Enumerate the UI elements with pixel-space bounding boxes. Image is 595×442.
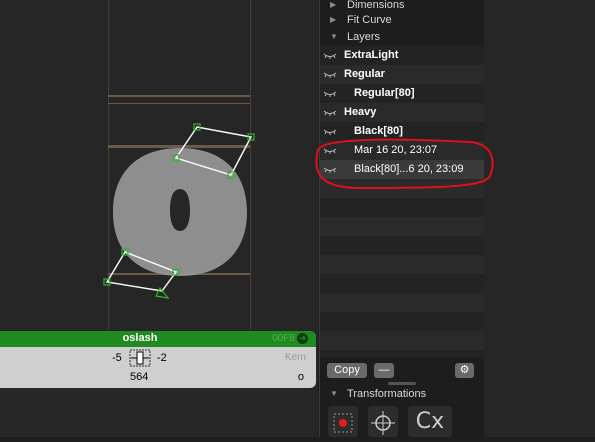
section-transformations[interactable]: ▼ Transformations	[320, 386, 484, 403]
layer-row[interactable]: Regular[80]	[320, 84, 484, 103]
eye-closed-icon[interactable]	[323, 146, 337, 155]
section-label: Fit Curve	[347, 14, 392, 26]
section-label: Transformations	[347, 388, 427, 400]
gear-icon[interactable]: ⚙	[455, 363, 474, 378]
layer-name: Mar 16 20, 23:07	[354, 144, 438, 156]
section-layers[interactable]: ▼ Layers	[320, 29, 484, 46]
remove-layer-button[interactable]: —	[374, 363, 394, 378]
section-label: Layers	[347, 31, 381, 43]
layer-name: Regular[80]	[354, 87, 415, 99]
glyph-o-shape	[113, 148, 247, 276]
layer-name: Regular	[344, 68, 385, 80]
crosshair-icon[interactable]	[368, 406, 398, 437]
right-empty-area	[484, 0, 595, 437]
node-handle-start	[155, 286, 170, 299]
layer-name: Heavy	[344, 106, 377, 118]
layer-row[interactable]: Mar 16 20, 23:07	[320, 141, 484, 160]
metrics-link-icon[interactable]	[129, 349, 151, 367]
layer-row[interactable]: Regular	[320, 65, 484, 84]
kern-value[interactable]: o	[298, 371, 304, 383]
layer-row[interactable]: ExtraLight	[320, 46, 484, 65]
glyph-info-header: oslash 00F8 ➜	[0, 331, 316, 347]
glyph-canvas[interactable]: oslash 00F8 ➜ -5 -2 564 Kern o	[0, 0, 318, 437]
glyph-name[interactable]: oslash	[0, 332, 280, 344]
kern-label: Kern	[284, 352, 306, 363]
disclosure-right-icon[interactable]: ▶	[330, 0, 336, 9]
palette-panel: ▶ Dimensions ▶ Fit Curve ▼ Layers ExtraL…	[319, 0, 484, 437]
layer-row[interactable]: Black[80]	[320, 122, 484, 141]
arrow-right-icon[interactable]: ➜	[297, 333, 308, 344]
lsb-field[interactable]: -5	[112, 352, 122, 364]
layer-row-selected[interactable]: Black[80]...6 20, 23:09	[320, 160, 484, 179]
disclosure-down-icon[interactable]: ▼	[330, 389, 338, 398]
align-cx-icon[interactable]: Cx	[408, 406, 452, 437]
eye-closed-icon[interactable]	[323, 127, 337, 136]
layer-row[interactable]: Heavy	[320, 103, 484, 122]
copy-layer-button[interactable]: Copy	[327, 363, 367, 378]
width-field[interactable]: 564	[130, 371, 148, 383]
unicode-value[interactable]: 00F8 ➜	[272, 333, 308, 344]
eye-closed-icon[interactable]	[323, 165, 337, 174]
disclosure-down-icon[interactable]: ▼	[330, 32, 338, 41]
glyph-info-metrics: -5 -2 564 Kern o	[0, 347, 316, 388]
unicode-text: 00F8	[272, 333, 295, 344]
layer-name: Black[80]...6 20, 23:09	[354, 163, 464, 175]
eye-closed-icon[interactable]	[323, 51, 337, 60]
glyph-info-box: oslash 00F8 ➜ -5 -2 564 Kern o	[0, 331, 316, 388]
panel-resize-handle[interactable]	[388, 382, 416, 385]
glyph-outline[interactable]	[0, 0, 318, 330]
layers-button-row: Copy — ⚙	[320, 358, 484, 384]
layer-name: Black[80]	[354, 125, 403, 137]
transform-tools: Cx	[328, 406, 478, 437]
layers-list: ExtraLight Regular Regular[80] Heavy Bla…	[320, 46, 484, 358]
layer-name: ExtraLight	[344, 49, 399, 61]
rsb-field[interactable]: -2	[157, 352, 167, 364]
eye-closed-icon[interactable]	[323, 89, 337, 98]
eye-closed-icon[interactable]	[323, 70, 337, 79]
disclosure-right-icon[interactable]: ▶	[330, 15, 336, 24]
section-label: Dimensions	[347, 0, 405, 11]
eye-closed-icon[interactable]	[323, 108, 337, 117]
transform-origin-grid-icon[interactable]	[328, 406, 358, 437]
section-fit-curve[interactable]: ▶ Fit Curve	[320, 12, 484, 29]
